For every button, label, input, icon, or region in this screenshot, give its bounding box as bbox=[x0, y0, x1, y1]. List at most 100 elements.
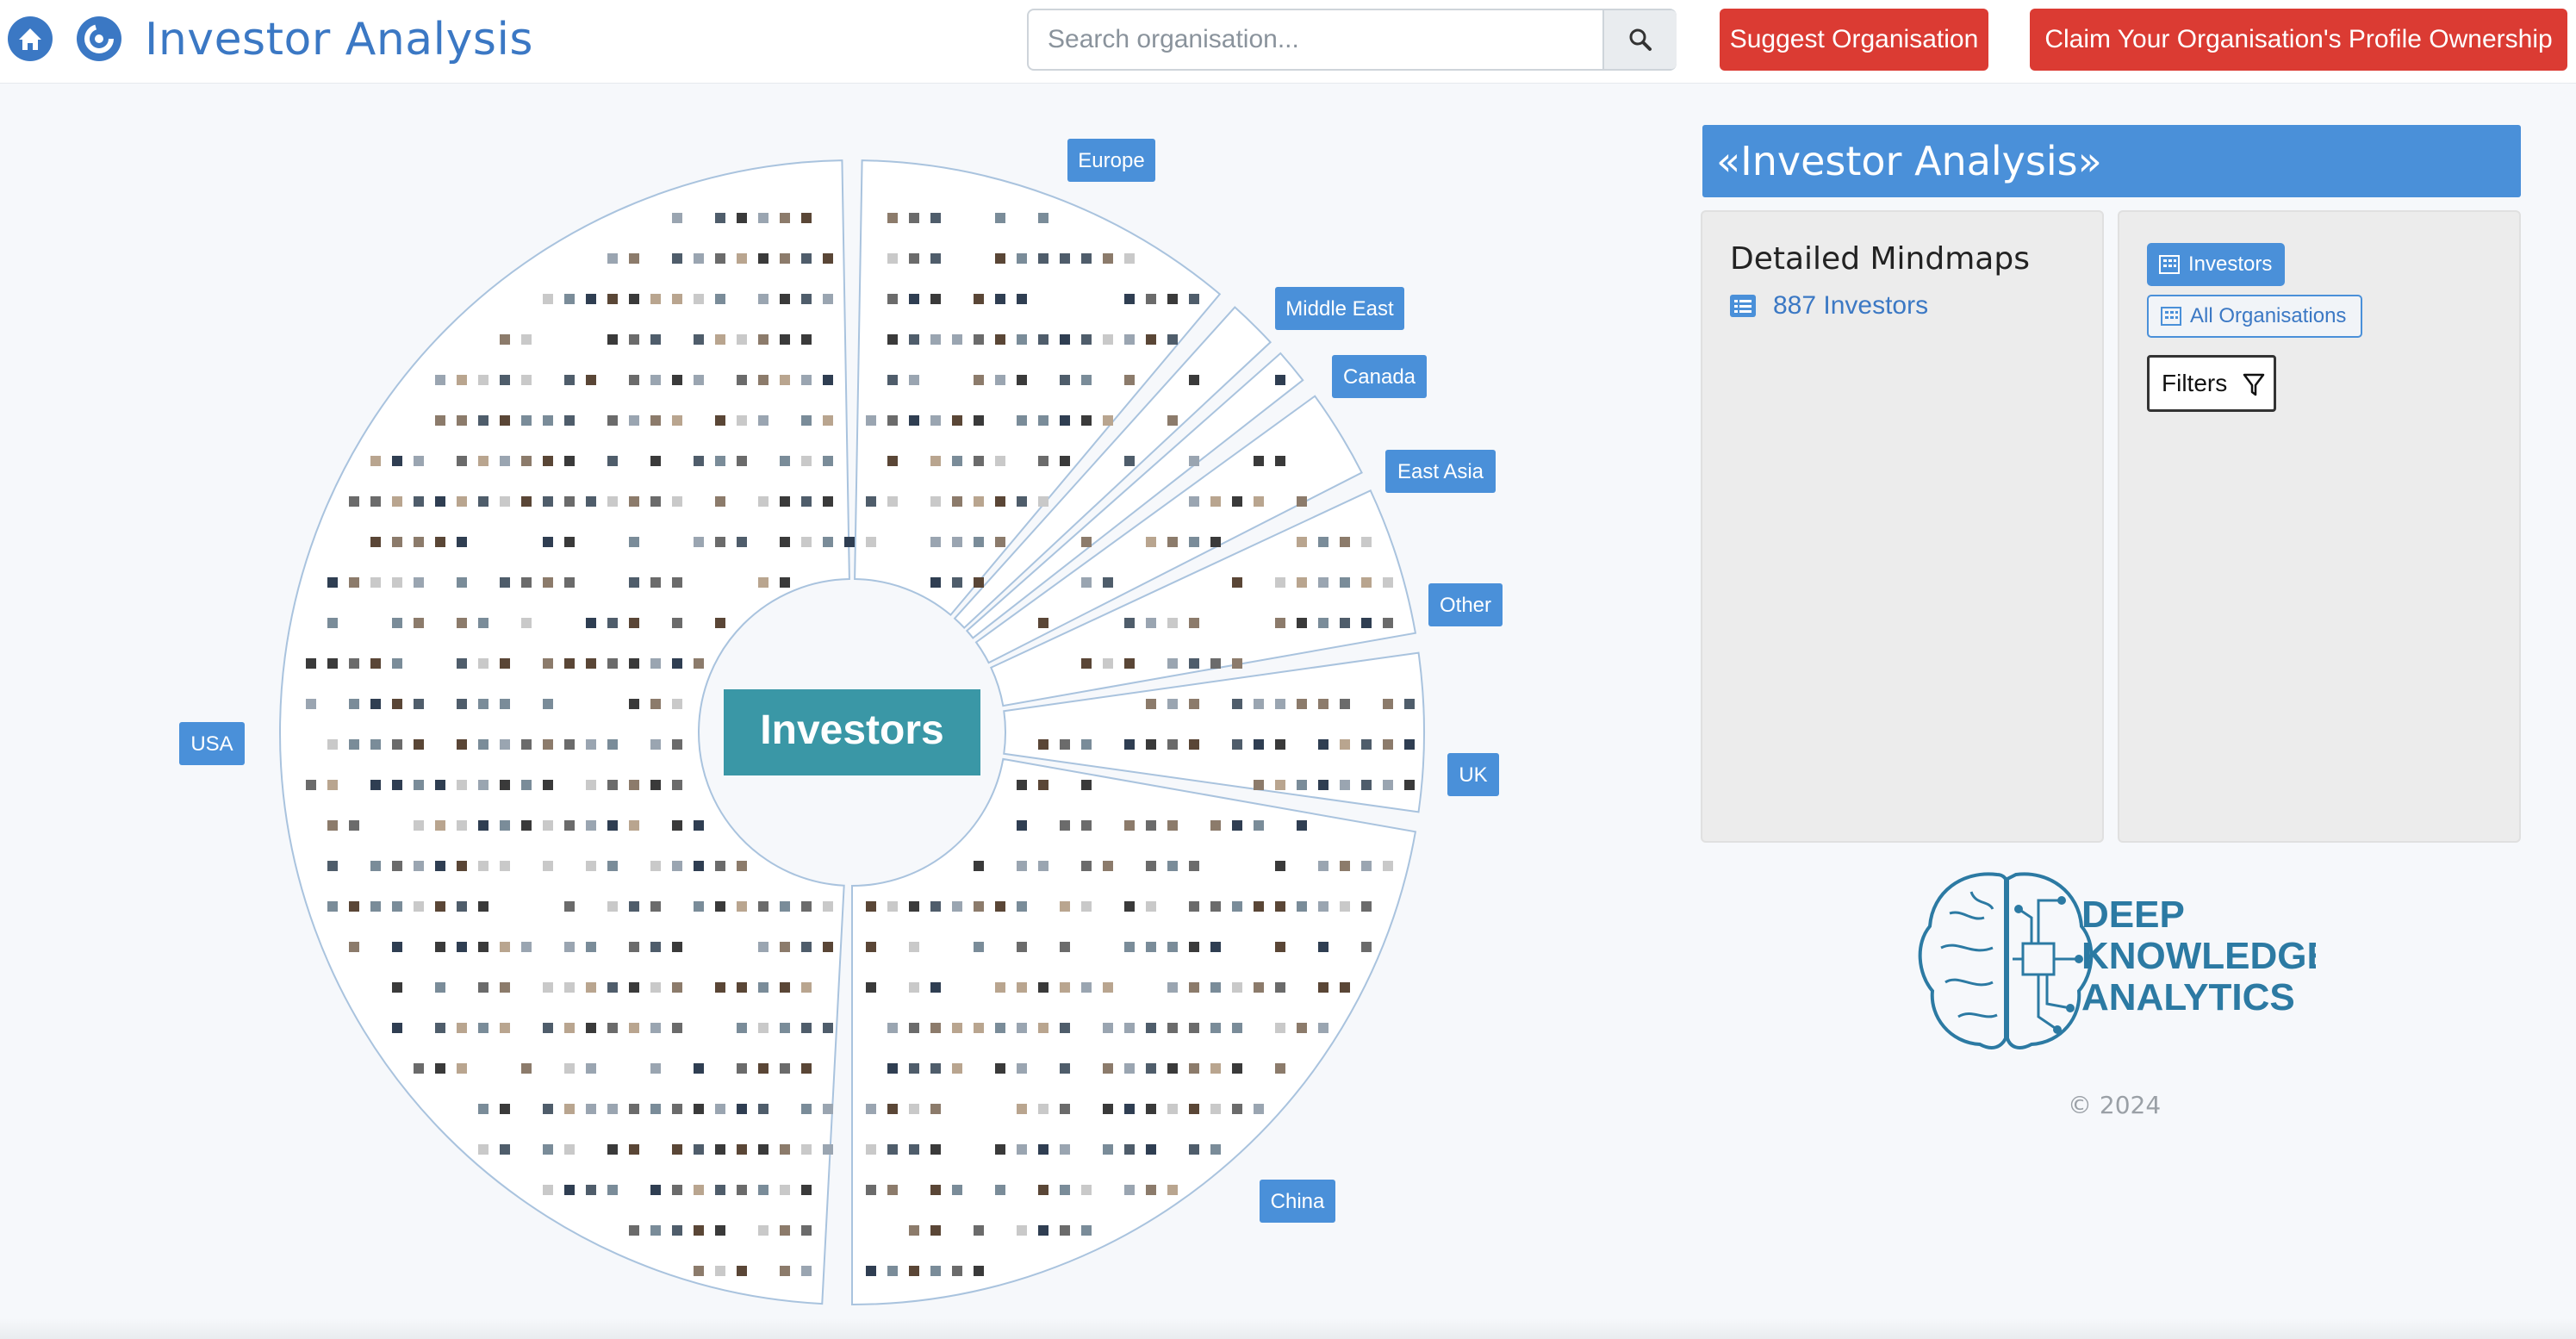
investor-thumbnail[interactable] bbox=[715, 901, 725, 912]
investor-thumbnail[interactable] bbox=[758, 496, 768, 507]
investor-thumbnail[interactable] bbox=[1124, 942, 1135, 952]
investor-thumbnail[interactable] bbox=[694, 658, 704, 669]
investor-thumbnail[interactable] bbox=[1383, 618, 1393, 628]
investor-thumbnail[interactable] bbox=[1038, 1225, 1048, 1236]
investor-thumbnail[interactable] bbox=[1275, 375, 1285, 385]
investor-thumbnail[interactable] bbox=[370, 496, 381, 507]
investor-thumbnail[interactable] bbox=[672, 699, 682, 709]
investor-thumbnail[interactable] bbox=[564, 820, 575, 831]
investor-thumbnail[interactable] bbox=[478, 1104, 488, 1114]
investor-thumbnail[interactable] bbox=[543, 820, 553, 831]
investor-thumbnail[interactable] bbox=[1189, 1023, 1199, 1033]
investor-thumbnail[interactable] bbox=[629, 1104, 639, 1114]
investor-thumbnail[interactable] bbox=[887, 901, 898, 912]
investor-thumbnail[interactable] bbox=[1232, 982, 1242, 993]
claim-profile-button[interactable]: Claim Your Organisation's Profile Owners… bbox=[2030, 9, 2567, 71]
investor-thumbnail[interactable] bbox=[801, 213, 812, 223]
investor-thumbnail[interactable] bbox=[909, 901, 919, 912]
investor-thumbnail[interactable] bbox=[974, 901, 984, 912]
investor-thumbnail[interactable] bbox=[801, 496, 812, 507]
investor-thumbnail[interactable] bbox=[414, 739, 424, 750]
investor-thumbnail[interactable] bbox=[737, 1063, 747, 1074]
investor-thumbnail[interactable] bbox=[715, 496, 725, 507]
investor-thumbnail[interactable] bbox=[521, 375, 532, 385]
investor-thumbnail[interactable] bbox=[629, 699, 639, 709]
investor-thumbnail[interactable] bbox=[478, 496, 488, 507]
investor-thumbnail[interactable] bbox=[650, 861, 661, 871]
investor-thumbnail[interactable] bbox=[370, 739, 381, 750]
investor-thumbnail[interactable] bbox=[1275, 456, 1285, 466]
investor-thumbnail[interactable] bbox=[1167, 1023, 1178, 1033]
investor-thumbnail[interactable] bbox=[1340, 780, 1350, 790]
investor-thumbnail[interactable] bbox=[909, 1266, 919, 1276]
investor-thumbnail[interactable] bbox=[1189, 496, 1199, 507]
investor-thumbnail[interactable] bbox=[995, 294, 1005, 304]
investor-thumbnail[interactable] bbox=[1167, 820, 1178, 831]
investor-thumbnail[interactable] bbox=[370, 780, 381, 790]
investor-thumbnail[interactable] bbox=[694, 1104, 704, 1114]
investor-thumbnail[interactable] bbox=[758, 942, 768, 952]
investor-thumbnail[interactable] bbox=[823, 1023, 833, 1033]
investor-thumbnail[interactable] bbox=[349, 942, 359, 952]
investor-thumbnail[interactable] bbox=[1254, 780, 1264, 790]
investor-thumbnail[interactable] bbox=[521, 577, 532, 588]
investor-thumbnail[interactable] bbox=[909, 1104, 919, 1114]
investor-thumbnail[interactable] bbox=[1189, 294, 1199, 304]
investor-thumbnail[interactable] bbox=[930, 1266, 941, 1276]
investor-thumbnail[interactable] bbox=[629, 780, 639, 790]
investors-tag[interactable]: Investors bbox=[2147, 243, 2285, 286]
investor-thumbnail[interactable] bbox=[586, 294, 596, 304]
investor-thumbnail[interactable] bbox=[737, 1023, 747, 1033]
investor-thumbnail[interactable] bbox=[715, 294, 725, 304]
investor-thumbnail[interactable] bbox=[1060, 334, 1070, 345]
investor-thumbnail[interactable] bbox=[1167, 658, 1178, 669]
investor-thumbnail[interactable] bbox=[586, 618, 596, 628]
investor-thumbnail[interactable] bbox=[780, 294, 790, 304]
investor-thumbnail[interactable] bbox=[1297, 820, 1307, 831]
investor-thumbnail[interactable] bbox=[1189, 456, 1199, 466]
investor-thumbnail[interactable] bbox=[414, 537, 424, 547]
investor-thumbnail[interactable] bbox=[672, 1104, 682, 1114]
investor-thumbnail[interactable] bbox=[974, 1225, 984, 1236]
investor-thumbnail[interactable] bbox=[1297, 1023, 1307, 1033]
investor-thumbnail[interactable] bbox=[1232, 820, 1242, 831]
investor-thumbnail[interactable] bbox=[1060, 820, 1070, 831]
investor-thumbnail[interactable] bbox=[737, 213, 747, 223]
investor-thumbnail[interactable] bbox=[1383, 699, 1393, 709]
investor-thumbnail[interactable] bbox=[715, 1185, 725, 1195]
investor-thumbnail[interactable] bbox=[823, 496, 833, 507]
investor-thumbnail[interactable] bbox=[650, 456, 661, 466]
investor-thumbnail[interactable] bbox=[543, 739, 553, 750]
investor-thumbnail[interactable] bbox=[1103, 577, 1113, 588]
investor-thumbnail[interactable] bbox=[887, 1104, 898, 1114]
investor-thumbnail[interactable] bbox=[758, 294, 768, 304]
investor-thumbnail[interactable] bbox=[780, 1225, 790, 1236]
investor-thumbnail[interactable] bbox=[995, 1023, 1005, 1033]
investor-thumbnail[interactable] bbox=[930, 294, 941, 304]
investor-thumbnail[interactable] bbox=[414, 577, 424, 588]
investor-thumbnail[interactable] bbox=[1081, 658, 1092, 669]
investor-thumbnail[interactable] bbox=[457, 618, 467, 628]
investor-thumbnail[interactable] bbox=[1361, 901, 1372, 912]
investor-thumbnail[interactable] bbox=[952, 1266, 962, 1276]
investor-thumbnail[interactable] bbox=[1189, 699, 1199, 709]
investor-thumbnail[interactable] bbox=[780, 334, 790, 345]
investor-thumbnail[interactable] bbox=[1254, 1104, 1264, 1114]
investor-thumbnail[interactable] bbox=[1189, 1104, 1199, 1114]
investor-thumbnail[interactable] bbox=[543, 294, 553, 304]
investor-thumbnail[interactable] bbox=[930, 415, 941, 426]
investor-thumbnail[interactable] bbox=[780, 942, 790, 952]
investor-thumbnail[interactable] bbox=[1254, 982, 1264, 993]
investor-thumbnail[interactable] bbox=[1167, 942, 1178, 952]
investor-thumbnail[interactable] bbox=[1124, 375, 1135, 385]
investor-thumbnail[interactable] bbox=[1232, 496, 1242, 507]
investor-thumbnail[interactable] bbox=[952, 537, 962, 547]
investor-thumbnail[interactable] bbox=[801, 1225, 812, 1236]
investor-thumbnail[interactable] bbox=[543, 415, 553, 426]
investor-thumbnail[interactable] bbox=[1017, 1104, 1027, 1114]
investor-thumbnail[interactable] bbox=[758, 577, 768, 588]
investor-thumbnail[interactable] bbox=[887, 1063, 898, 1074]
investor-thumbnail[interactable] bbox=[1081, 861, 1092, 871]
investor-thumbnail[interactable] bbox=[974, 1266, 984, 1276]
investor-thumbnail[interactable] bbox=[801, 1104, 812, 1114]
